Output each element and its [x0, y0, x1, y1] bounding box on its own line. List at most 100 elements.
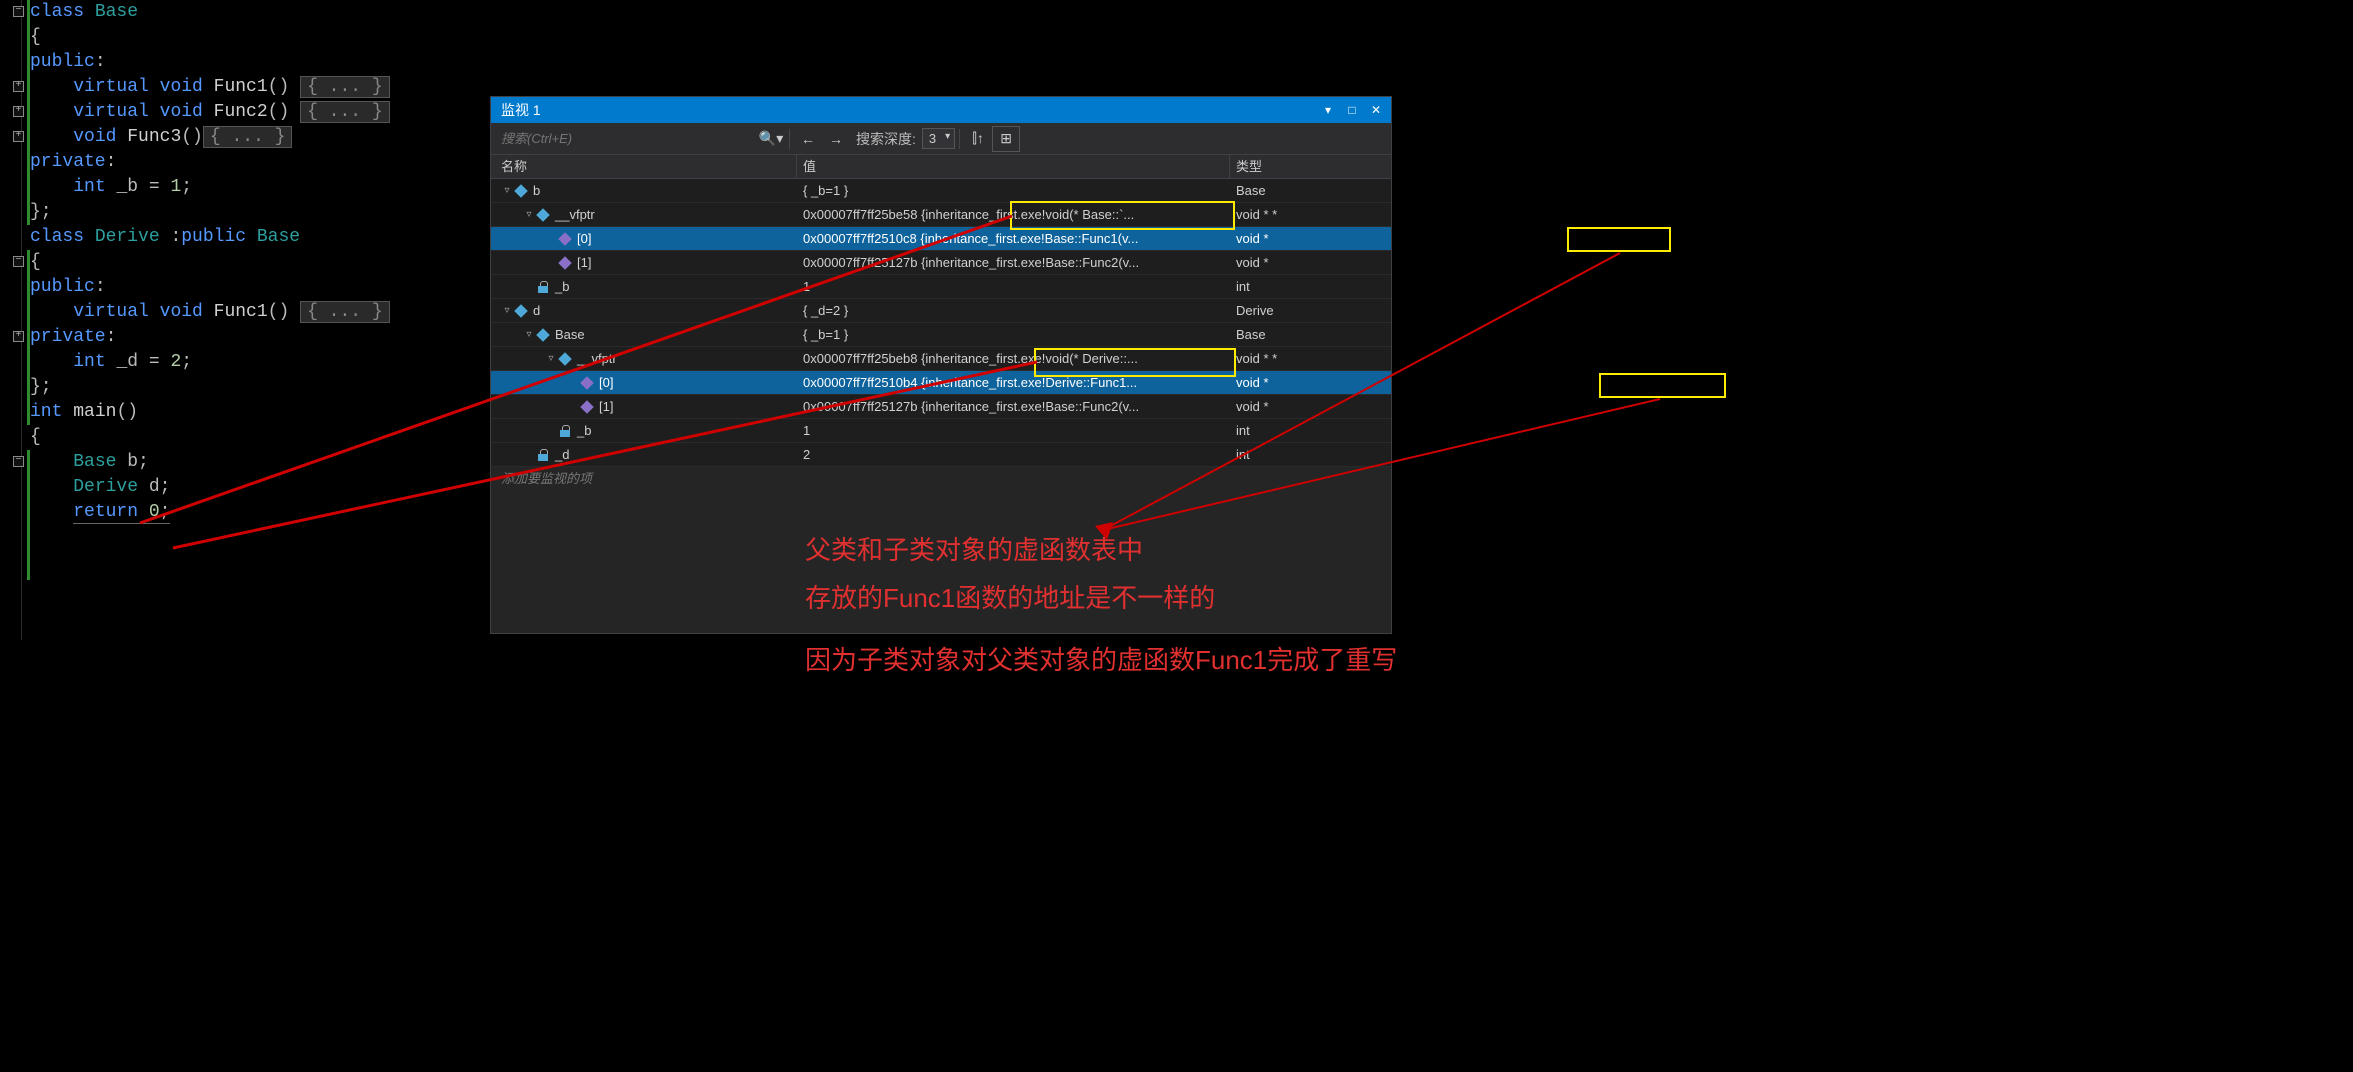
annotation-line3: 因为子类对象对父类对象的虚函数Func1完成了重写 [805, 638, 1397, 682]
var-value: 1 [797, 279, 1230, 294]
var-name: Base [555, 327, 585, 342]
expand-toggle[interactable]: ▿ [523, 329, 535, 340]
watch-row[interactable]: ▿ __vfptr 0x00007ff7ff25be58 {inheritance_… [491, 203, 1391, 227]
search-icon[interactable]: 🔍▾ [757, 126, 785, 152]
var-type: void * [1230, 399, 1391, 414]
fold-toggle[interactable]: − [13, 456, 24, 467]
expand-toggle[interactable]: ▿ [523, 209, 535, 220]
annotation-line1: 父类和子类对象的虚函数表中 [805, 528, 1143, 572]
lock-field-icon [535, 447, 551, 463]
var-name: d [533, 303, 540, 318]
view-mode-icon[interactable]: ⊞ [992, 126, 1020, 152]
cube-icon [557, 231, 573, 247]
var-type: Base [1230, 327, 1391, 342]
fold-toggle[interactable]: + [13, 81, 24, 92]
watch-row[interactable]: [0] 0x00007ff7ff2510c8 {inheritance_first… [491, 227, 1391, 251]
fold-toggle[interactable]: + [13, 106, 24, 117]
var-type: Base [1230, 183, 1391, 198]
code-editor[interactable]: − + + + − + − class Base{public: virtual… [0, 0, 490, 640]
var-value: { _d=2 } [797, 303, 1230, 318]
search-input[interactable] [497, 127, 757, 150]
fold-toggle[interactable]: + [13, 131, 24, 142]
watch-row[interactable]: ▿ __vfptr 0x00007ff7ff25beb8 {inheritance_… [491, 347, 1391, 371]
cube-icon [557, 255, 573, 271]
col-name[interactable]: 名称 [491, 155, 797, 178]
watch-toolbar: 🔍▾ ← → 搜索深度: 3 ⫿↑ ⊞ [491, 123, 1391, 155]
var-type: void * [1230, 375, 1391, 390]
watch-row[interactable]: ▿ b { _b=1 }Base [491, 179, 1391, 203]
var-name: [0] [577, 231, 591, 246]
watch-row[interactable]: _b 1int [491, 419, 1391, 443]
var-name: _b [555, 279, 569, 294]
watch-row[interactable]: ▿Base{ _b=1 }Base [491, 323, 1391, 347]
watch-title-text: 监视 1 [501, 97, 541, 123]
var-value: 0x00007ff7ff25127b {inheritance_first.ex… [797, 399, 1230, 414]
col-type[interactable]: 类型 [1230, 155, 1391, 178]
var-name: [1] [599, 399, 613, 414]
lock-field-icon [535, 279, 551, 295]
var-name: [1] [577, 255, 591, 270]
var-value: 0x00007ff7ff25beb8 {inheritance_first.ex… [797, 351, 1230, 366]
var-type: int [1230, 447, 1391, 462]
dropdown-icon[interactable]: ▾ [1317, 100, 1339, 120]
filter-icon[interactable]: ⫿↑ [964, 126, 992, 152]
var-type: void * [1230, 231, 1391, 246]
cube-icon [513, 183, 529, 199]
watch-titlebar[interactable]: 监视 1 ▾ □ ✕ [491, 97, 1391, 123]
watch-row[interactable]: [1] 0x00007ff7ff25127b {inheritance_first… [491, 395, 1391, 419]
code-content[interactable]: class Base{public: virtual void Func1() … [30, 0, 390, 525]
watch-body: ▿b{ _b=1 }Base▿__vfptr0x00007ff7ff25be58… [491, 179, 1391, 467]
var-name: b [533, 183, 540, 198]
cube-icon [579, 399, 595, 415]
nav-back-icon[interactable]: ← [794, 126, 822, 152]
cube-icon [535, 327, 551, 343]
var-name: _d [555, 447, 569, 462]
watch-row[interactable]: [0] 0x00007ff7ff2510b4 {inheritance_first… [491, 371, 1391, 395]
watch-row[interactable]: _d 2int [491, 443, 1391, 467]
var-value: { _b=1 } [797, 327, 1230, 342]
var-value: 2 [797, 447, 1230, 462]
highlight-box [1567, 227, 1671, 252]
var-type: void * [1230, 255, 1391, 270]
depth-label: 搜索深度: [856, 129, 916, 149]
cube-icon [579, 375, 595, 391]
lock-field-icon [557, 423, 573, 439]
var-name: __vfptr [577, 351, 617, 366]
add-watch-item[interactable]: 添加要监视的项 [491, 467, 1391, 491]
var-type: int [1230, 423, 1391, 438]
editor-gutter: − + + + − + − [0, 0, 22, 640]
watch-row[interactable]: [1] 0x00007ff7ff25127b {inheritance_first… [491, 251, 1391, 275]
nav-forward-icon[interactable]: → [822, 126, 850, 152]
var-name: [0] [599, 375, 613, 390]
cube-icon [557, 351, 573, 367]
separator [789, 129, 790, 149]
watch-row[interactable]: _b1int [491, 275, 1391, 299]
var-value: 0x00007ff7ff25127b {inheritance_first.ex… [797, 255, 1230, 270]
expand-toggle[interactable]: ▿ [501, 185, 513, 196]
depth-select[interactable]: 3 [922, 128, 955, 149]
cube-icon [513, 303, 529, 319]
var-value: { _b=1 } [797, 183, 1230, 198]
fold-toggle[interactable]: − [13, 256, 24, 267]
expand-toggle[interactable]: ▿ [501, 305, 513, 316]
var-type: Derive [1230, 303, 1391, 318]
var-type: void * * [1230, 207, 1391, 222]
var-value: 0x00007ff7ff2510b4 {inheritance_first.ex… [797, 375, 1230, 390]
var-name: _b [577, 423, 591, 438]
fold-toggle[interactable]: − [13, 6, 24, 17]
fold-toggle[interactable]: + [13, 331, 24, 342]
watch-row[interactable]: ▿ d { _d=2 }Derive [491, 299, 1391, 323]
var-name: __vfptr [555, 207, 595, 222]
var-type: void * * [1230, 351, 1391, 366]
separator [959, 129, 960, 149]
expand-toggle[interactable]: ▿ [545, 353, 557, 364]
watch-header: 名称 值 类型 [491, 155, 1391, 179]
close-icon[interactable]: ✕ [1365, 100, 1387, 120]
var-value: 0x00007ff7ff25be58 {inheritance_first.ex… [797, 207, 1230, 222]
var-value: 0x00007ff7ff2510c8 {inheritance_first.ex… [797, 231, 1230, 246]
cube-icon [535, 207, 551, 223]
maximize-icon[interactable]: □ [1341, 100, 1363, 120]
var-value: 1 [797, 423, 1230, 438]
highlight-box [1599, 373, 1726, 398]
col-value[interactable]: 值 [797, 155, 1230, 178]
